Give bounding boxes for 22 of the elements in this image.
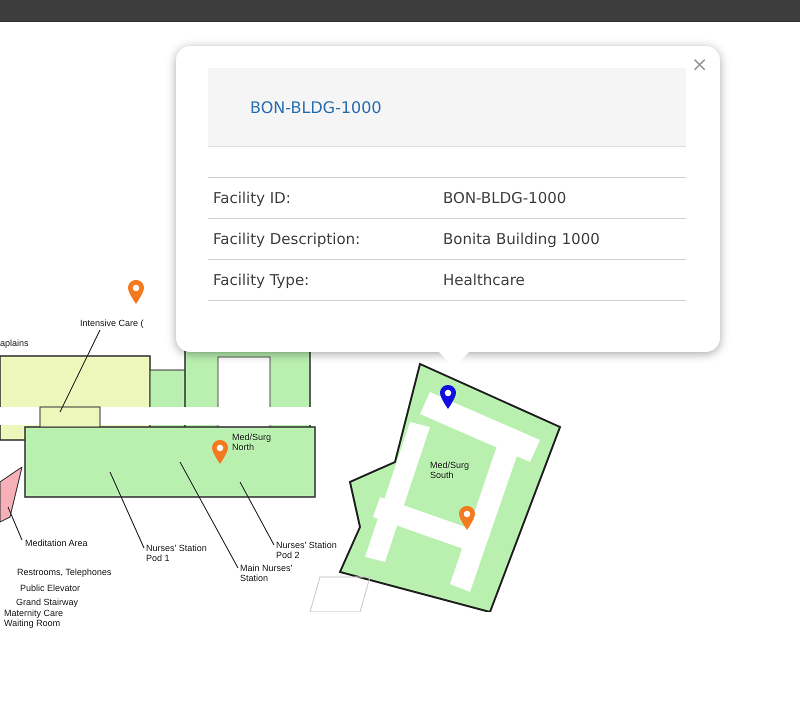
map-label: Main Nurses' Station	[240, 563, 294, 583]
facility-link[interactable]: BON-BLDG-1000	[250, 98, 382, 116]
map-label: Med/Surg South	[430, 460, 470, 480]
map-pin-icon[interactable]	[439, 384, 457, 410]
map-label: Intensive Care (	[80, 318, 144, 328]
map-label: Maternity Care Waiting Room	[4, 608, 64, 628]
map-label: Meditation Area	[25, 538, 88, 548]
map-label: aplains	[0, 338, 29, 348]
field-value: BON-BLDG-1000	[443, 189, 568, 207]
map-label: Restrooms, Telephones	[17, 567, 112, 577]
close-button[interactable]: ×	[689, 54, 710, 74]
map-label: Grand Stairway	[16, 597, 78, 607]
field-value: Healthcare	[443, 271, 526, 289]
field-label: Facility Description:	[213, 230, 362, 248]
map-label: Nurses' Station Pod 1	[146, 543, 208, 563]
field-label: Facility Type:	[213, 271, 310, 289]
lobby-area-drawing	[0, 467, 23, 523]
field-value: Bonita Building 1000	[443, 230, 601, 248]
map-label: Nurses' Station Pod 2	[276, 540, 338, 560]
field-label: Facility ID:	[213, 189, 292, 207]
map-label: Public Elevator	[20, 583, 80, 593]
map-label: Med/Surg North	[232, 432, 272, 452]
